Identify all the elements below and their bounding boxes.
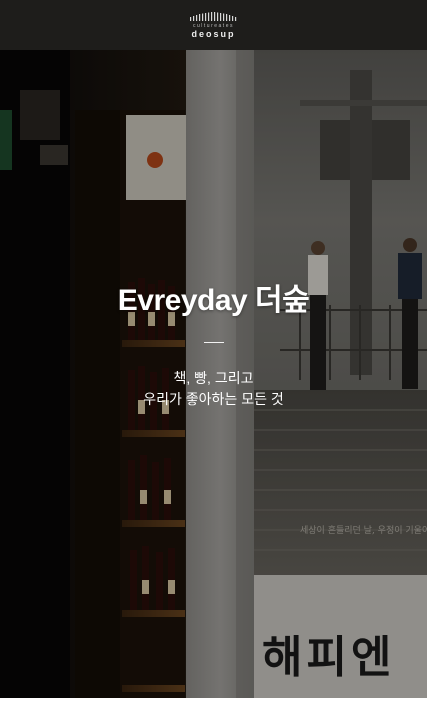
logo-mark-icon — [189, 11, 236, 21]
hero-title: Evreyday 더숲 — [117, 284, 310, 317]
hero-tagline-line-1: 책, 빵, 그리고 — [173, 370, 254, 386]
hero-copy: Evreyday 더숲 책, 빵, 그리고 우리가 좋아하는 모든 것 — [0, 280, 427, 410]
hero-tagline: 책, 빵, 그리고 우리가 좋아하는 모든 것 — [143, 368, 283, 410]
hero-tagline-line-2: 우리가 좋아하는 모든 것 — [143, 391, 284, 407]
site-logo[interactable]: cultureates deosup — [189, 11, 239, 39]
title-divider — [203, 342, 224, 343]
hero-section: 세상이 흔들리던 날, 우정이 기울어 해피엔 Evreyday 더숲 책, 빵… — [0, 50, 427, 701]
logo-wordmark: deosup — [191, 28, 236, 39]
site-header: cultureates deosup — [0, 0, 427, 50]
